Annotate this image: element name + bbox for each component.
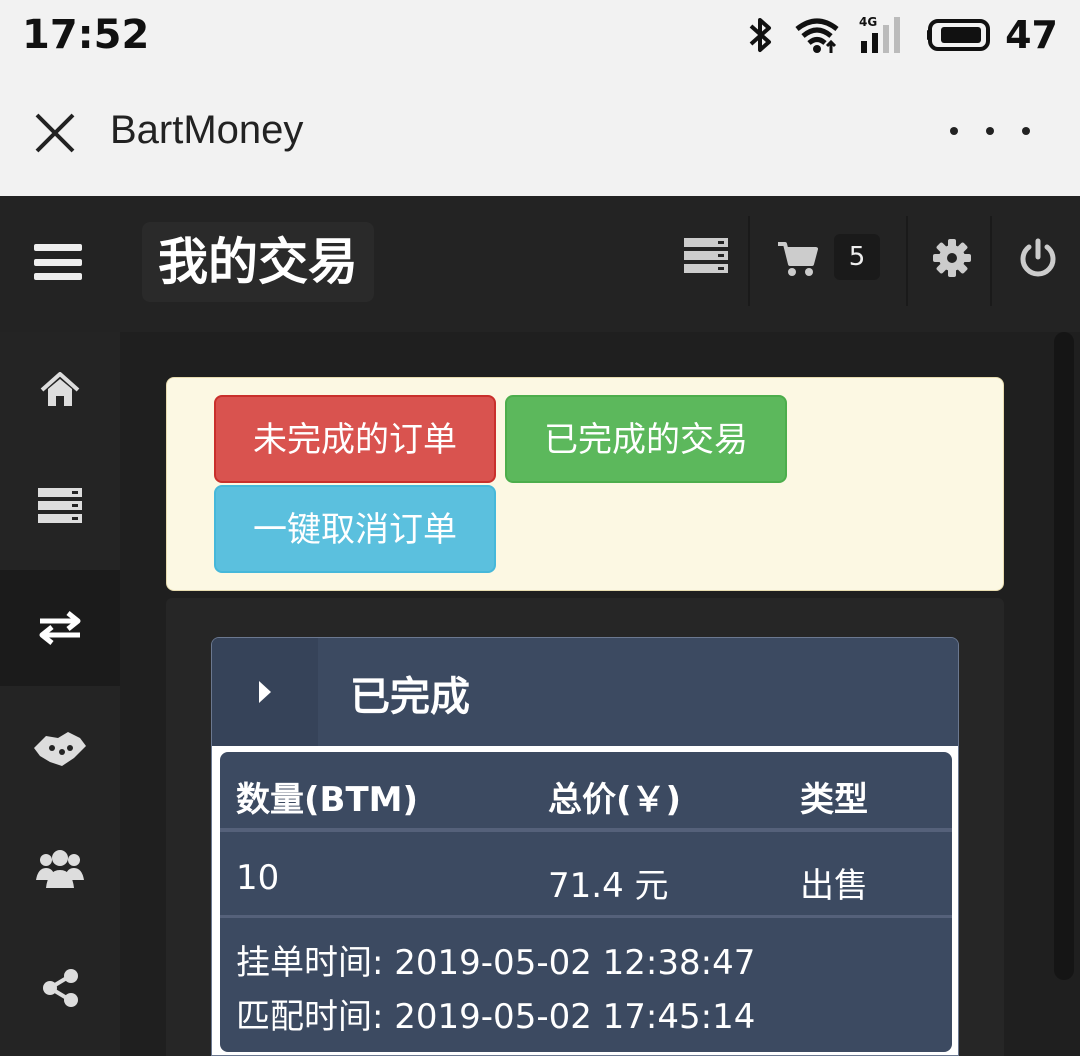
menu-button[interactable]	[34, 244, 82, 280]
sidebar-item-server[interactable]	[0, 448, 120, 564]
sidebar	[0, 332, 120, 1056]
sidebar-item-deals[interactable]	[0, 690, 120, 806]
completed-trade-card: 已完成 数量(BTM) 总价(￥) 类型 10 71.4 元 出售 挂单时间: …	[211, 637, 959, 1056]
cellular-signal-icon: 4G	[859, 15, 909, 55]
top-bar: 我的交易 5	[0, 196, 1080, 332]
match-time: 匹配时间: 2019-05-02 17:45:14	[236, 997, 756, 1037]
page-scrollbar[interactable]	[1054, 332, 1074, 980]
battery-icon	[927, 17, 995, 53]
page-title: 我的交易	[142, 222, 374, 302]
server-icon	[684, 238, 728, 273]
more-options-button[interactable]	[950, 116, 1030, 146]
column-header-quantity: 数量(BTM)	[236, 780, 419, 820]
close-icon	[35, 113, 75, 153]
handshake-icon	[34, 732, 86, 766]
sidebar-item-home[interactable]	[0, 332, 120, 448]
card-title: 已完成	[350, 674, 470, 720]
app-title: BartMoney	[110, 108, 304, 152]
server-button[interactable]	[684, 238, 728, 274]
table-row: 10 71.4 元 出售	[220, 836, 952, 918]
users-icon	[36, 850, 84, 888]
app-header: BartMoney	[0, 72, 1080, 196]
trade-times: 挂单时间: 2019-05-02 12:38:47 匹配时间: 2019-05-…	[236, 936, 936, 1044]
wifi-icon	[793, 15, 841, 55]
cancel-all-orders-button[interactable]: 一键取消订单	[214, 485, 496, 573]
network-type-label: 4G	[859, 15, 877, 29]
menu-icon-bar	[34, 258, 82, 266]
cart-count-badge: 5	[834, 234, 880, 280]
logout-button[interactable]	[1018, 238, 1058, 278]
server-icon	[38, 488, 82, 523]
battery-level: 47	[1005, 13, 1058, 57]
trade-table: 数量(BTM) 总价(￥) 类型 10 71.4 元 出售 挂单时间: 2019…	[220, 752, 952, 1052]
cart-icon	[778, 242, 818, 276]
share-icon	[43, 969, 78, 1007]
status-icons: 4G 47	[727, 12, 1058, 58]
topbar-divider	[906, 216, 908, 306]
table-header-row: 数量(BTM) 总价(￥) 类型	[220, 752, 952, 832]
more-dot-icon	[1022, 127, 1030, 135]
topbar-divider	[748, 216, 750, 306]
more-dot-icon	[986, 127, 994, 135]
card-header[interactable]: 已完成	[212, 638, 958, 746]
topbar-divider	[990, 216, 992, 306]
cell-quantity: 10	[236, 858, 280, 898]
sidebar-item-users[interactable]	[0, 810, 120, 926]
menu-icon-bar	[34, 273, 82, 280]
cell-type: 出售	[800, 866, 868, 906]
cart-button[interactable]	[776, 240, 818, 278]
sidebar-item-trades[interactable]	[0, 570, 120, 686]
column-header-total-price: 总价(￥)	[548, 780, 682, 820]
settings-button[interactable]	[932, 238, 972, 278]
home-icon	[40, 372, 80, 406]
gear-icon	[933, 239, 971, 277]
completed-trades-button[interactable]: 已完成的交易	[505, 395, 787, 483]
order-actions-panel: 未完成的订单 已完成的交易 一键取消订单	[166, 377, 1004, 591]
order-time: 挂单时间: 2019-05-02 12:38:47	[236, 943, 756, 983]
exchange-icon	[39, 611, 81, 645]
power-icon	[1020, 238, 1056, 277]
column-header-type: 类型	[800, 780, 868, 820]
close-button[interactable]	[30, 108, 80, 158]
sidebar-item-share[interactable]	[0, 930, 120, 1046]
status-time: 17:52	[22, 12, 150, 58]
card-body: 数量(BTM) 总价(￥) 类型 10 71.4 元 出售 挂单时间: 2019…	[212, 746, 958, 1055]
cell-total-price: 71.4 元	[548, 866, 669, 906]
more-dot-icon	[950, 127, 958, 135]
menu-icon-bar	[34, 244, 82, 251]
status-bar: 17:52 4G 47	[0, 0, 1080, 72]
caret-right-icon	[259, 681, 271, 703]
expand-toggle[interactable]	[212, 638, 318, 746]
bluetooth-icon	[745, 15, 775, 55]
pending-orders-button[interactable]: 未完成的订单	[214, 395, 496, 483]
